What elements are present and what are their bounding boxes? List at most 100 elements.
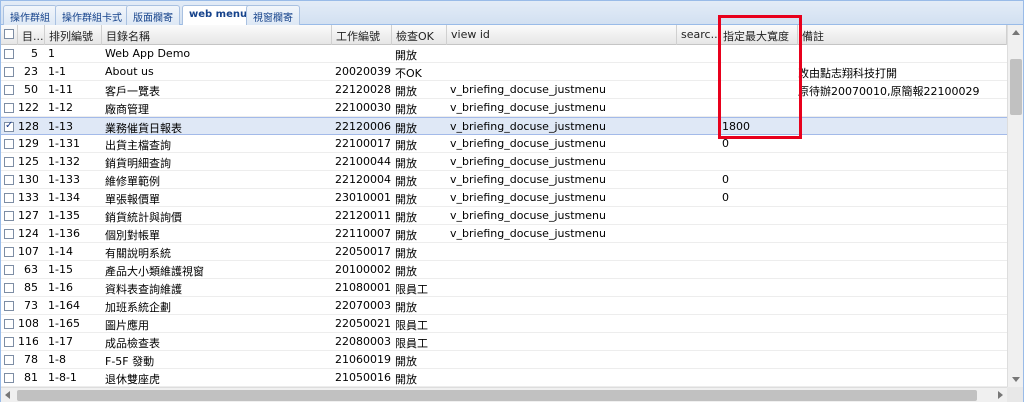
table-row[interactable]: 5 1 Web App Demo 開放	[1, 45, 1007, 63]
row-checkbox[interactable]	[4, 283, 14, 293]
tab-5[interactable]: 視窗欄寄	[246, 5, 300, 25]
cell-seq: 1-136	[48, 227, 80, 240]
table-row[interactable]: 63 1-15 產品大小類維護視窗 20100002 開放	[1, 261, 1007, 279]
scroll-right-arrow-icon[interactable]	[998, 391, 1003, 399]
table-row[interactable]: 129 1-131 出貨主檔查詢 22100017 開放 v_briefing_docus…	[1, 135, 1007, 153]
table-row[interactable]: 81 1-8-1 退休雙座虎 21050016 開放	[1, 369, 1007, 387]
vertical-scrollbar[interactable]	[1007, 25, 1023, 387]
tab-1[interactable]: 操作群組	[3, 5, 57, 25]
table-row[interactable]: 23 1-1 About us 20020039 不OK 改由點志翔科技打開	[1, 63, 1007, 81]
cell-view	[450, 279, 676, 297]
row-checkbox[interactable]	[4, 373, 14, 383]
table-row[interactable]: 130 1-133 維修單範例 22120004 開放 v_briefing_docuse…	[1, 171, 1007, 189]
row-checkbox[interactable]	[4, 319, 14, 329]
cell-check: 開放	[395, 85, 417, 98]
cell-search	[680, 135, 718, 153]
cell-job: 21080001	[335, 281, 391, 294]
select-all-header[interactable]	[1, 25, 18, 45]
row-checkbox[interactable]	[4, 175, 14, 185]
column-header-id[interactable]: 目...	[18, 25, 45, 45]
scroll-left-arrow-icon[interactable]	[5, 391, 10, 399]
cell-width	[722, 279, 797, 297]
cell-job: 22100017	[335, 137, 391, 150]
tab-4[interactable]: web menu	[182, 5, 255, 26]
cell-seq: 1-132	[48, 155, 80, 168]
tab-2[interactable]: 操作群組卡式	[55, 5, 129, 25]
cell-id: 130	[18, 173, 38, 186]
cell-note	[798, 189, 1007, 207]
table-row[interactable]: 73 1-164 加班系統企劃 22070003 開放	[1, 297, 1007, 315]
column-header-view[interactable]: view id	[447, 25, 677, 45]
cell-job: 21060019	[335, 353, 391, 366]
column-header-width[interactable]: 指定最大寬度	[719, 25, 798, 45]
table-row[interactable]: 122 1-12 廠商管理 22100030 開放 v_briefing_docuse_j…	[1, 99, 1007, 117]
cell-name: F-5F 發動	[105, 355, 155, 368]
cell-note	[798, 171, 1007, 189]
row-checkbox[interactable]	[4, 49, 14, 59]
column-header-name[interactable]: 目錄名稱	[102, 25, 332, 45]
row-checkbox[interactable]	[4, 139, 14, 149]
row-checkbox[interactable]	[4, 301, 14, 311]
cell-width	[722, 207, 797, 225]
vertical-scroll-thumb[interactable]	[1010, 59, 1022, 115]
cell-id: 23	[24, 65, 38, 78]
table-row[interactable]: 50 1-11 客戶一覽表 22120028 開放 v_briefing_docuse_j…	[1, 81, 1007, 99]
cell-note	[798, 45, 1007, 63]
scroll-down-arrow-icon[interactable]	[1012, 377, 1020, 382]
table-row[interactable]: 124 1-136 個別對帳單 22110007 開放 v_briefing_docuse…	[1, 225, 1007, 243]
scrollbar-corner	[1007, 387, 1023, 402]
cell-check: 開放	[395, 229, 417, 242]
row-checkbox[interactable]	[4, 157, 14, 167]
column-header-check[interactable]: 檢查OK	[392, 25, 447, 45]
horizontal-scrollbar[interactable]	[1, 387, 1007, 402]
column-header-seq[interactable]: 排列編號	[45, 25, 102, 45]
row-checkbox[interactable]	[4, 120, 14, 132]
table-row[interactable]: 116 1-17 成品檢查表 22080003 限員工	[1, 333, 1007, 351]
row-checkbox[interactable]	[4, 265, 14, 275]
column-header-search[interactable]: searc...	[677, 25, 719, 45]
cell-id: 124	[18, 227, 38, 240]
row-checkbox[interactable]	[4, 337, 14, 347]
table-row[interactable]: 127 1-135 銷貨統計與詢價 22120011 開放 v_briefing_docu…	[1, 207, 1007, 225]
cell-view	[450, 333, 676, 351]
scroll-up-arrow-icon[interactable]	[1012, 30, 1020, 35]
cell-view: v_briefing_docuse_justmenu	[450, 101, 606, 114]
tab-3[interactable]: 版面欄寄	[126, 5, 180, 25]
row-checkbox[interactable]	[4, 103, 14, 113]
table-row[interactable]: 108 1-165 圖片應用 22050021 限員工	[1, 315, 1007, 333]
row-checkbox[interactable]	[4, 247, 14, 257]
table-row[interactable]: 125 1-132 銷貨明細查詢 22100044 開放 v_briefing_docus…	[1, 153, 1007, 171]
cell-name: About us	[105, 65, 154, 78]
grid-header: 目... 排列編號 目錄名稱 工作編號 檢查OK view id searc... 指定最大寬…	[1, 25, 1007, 45]
cell-seq: 1	[48, 47, 55, 60]
column-header-note[interactable]: 備註	[798, 25, 1007, 45]
cell-job: 20100002	[335, 263, 391, 276]
cell-search	[680, 171, 718, 189]
horizontal-scroll-thumb[interactable]	[17, 390, 977, 401]
table-row[interactable]: 78 1-8 F-5F 發動 21060019 開放	[1, 351, 1007, 369]
column-header-job[interactable]: 工作編號	[332, 25, 392, 45]
cell-note	[798, 369, 1007, 387]
cell-id: 50	[24, 83, 38, 96]
row-checkbox[interactable]	[4, 355, 14, 365]
table-row[interactable]: 107 1-14 有關說明系統 22050017 開放	[1, 243, 1007, 261]
grid-body: 5 1 Web App Demo 開放 23 1-1 About us 20020039 不OK…	[1, 45, 1007, 387]
cell-check: 開放	[395, 157, 417, 170]
cell-width: 0	[722, 191, 729, 204]
cell-check: 不OK	[395, 67, 422, 80]
row-checkbox[interactable]	[4, 85, 14, 95]
row-checkbox[interactable]	[4, 211, 14, 221]
cell-view	[450, 315, 676, 333]
cell-seq: 1-134	[48, 191, 80, 204]
row-checkbox[interactable]	[4, 193, 14, 203]
row-checkbox[interactable]	[4, 229, 14, 239]
table-row[interactable]: 133 1-134 單張報價單 23010001 開放 v_briefing_docuse…	[1, 189, 1007, 207]
table-row[interactable]: 85 1-16 資料表查詢維護 21080001 限員工	[1, 279, 1007, 297]
cell-name: 客戶一覽表	[105, 85, 160, 98]
cell-id: 128	[18, 120, 38, 133]
select-all-checkbox[interactable]	[4, 29, 14, 39]
cell-name: 銷貨統計與詢價	[105, 211, 182, 224]
row-checkbox[interactable]	[4, 67, 14, 77]
table-row[interactable]: 128 1-13 業務催貨日報表 22120006 開放 v_briefing_docus…	[1, 117, 1007, 135]
cell-search	[680, 45, 718, 63]
